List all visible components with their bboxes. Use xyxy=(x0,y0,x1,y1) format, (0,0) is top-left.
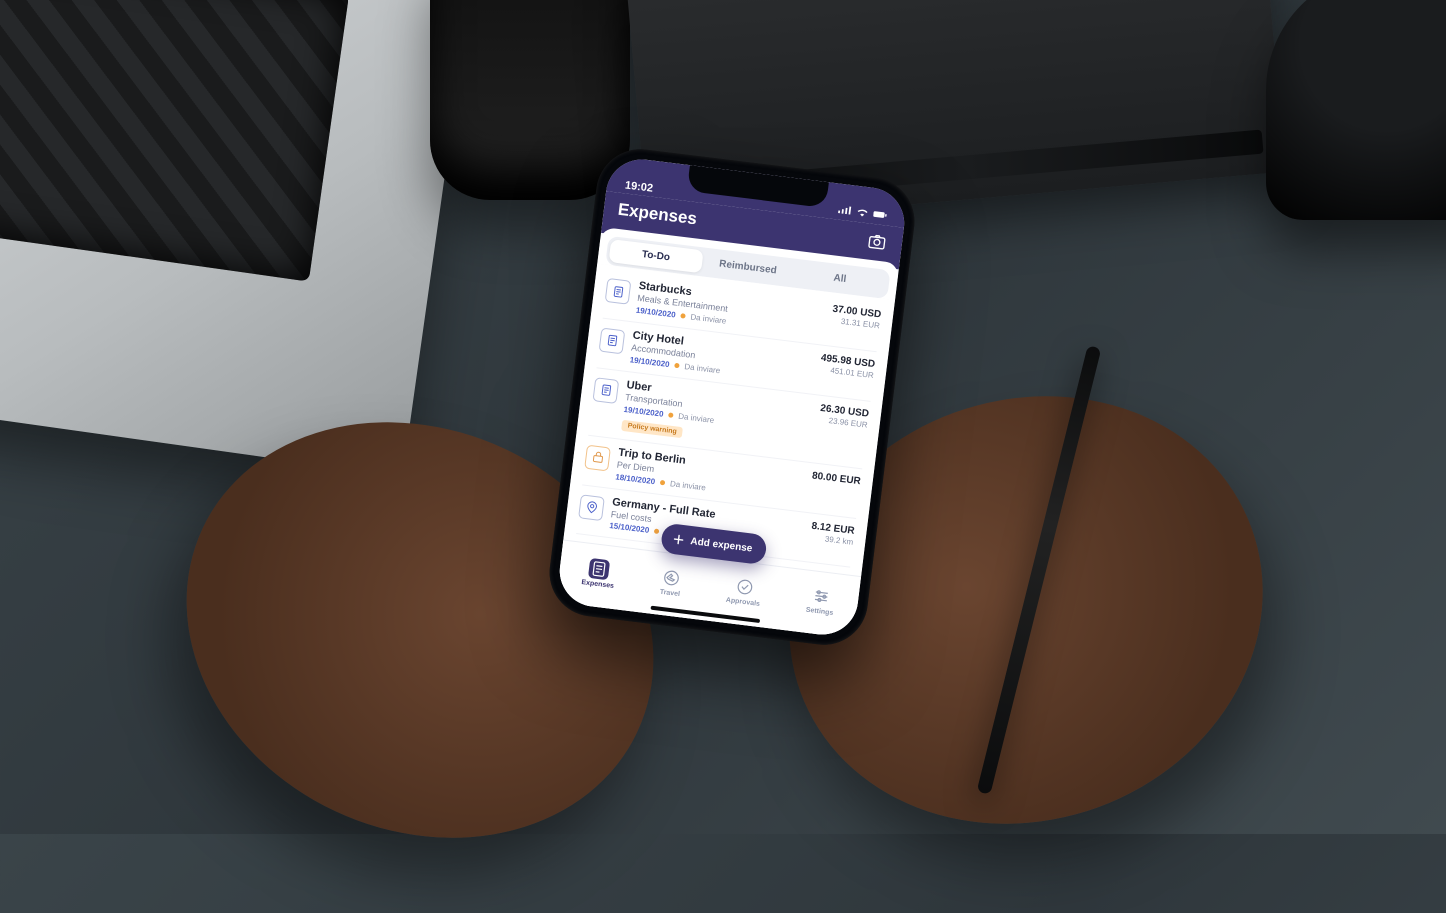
plane-icon xyxy=(661,566,683,588)
amount-primary: 80.00 EUR xyxy=(811,470,861,487)
status-dot-icon xyxy=(680,313,686,319)
nav-label: Settings xyxy=(805,606,833,616)
nav-approvals[interactable]: Approvals xyxy=(725,574,763,607)
wifi-icon xyxy=(855,207,870,222)
page-title: Expenses xyxy=(617,200,698,230)
policy-warning-badge: Policy warning xyxy=(621,419,683,437)
perdiem-icon xyxy=(584,444,611,471)
nav-label: Approvals xyxy=(725,596,760,607)
status-dot-icon xyxy=(674,363,680,369)
expense-amount: 37.00 USD31.31 EUR xyxy=(829,304,882,345)
status-dot-icon xyxy=(654,529,660,535)
check-circle-icon xyxy=(734,575,756,597)
nav-expenses[interactable]: Expenses xyxy=(581,557,617,590)
camera-icon xyxy=(866,230,888,252)
receipt-icon xyxy=(592,377,619,404)
receipt-icon xyxy=(588,557,610,579)
sliders-icon xyxy=(810,585,832,607)
receipt-icon xyxy=(599,327,626,354)
expense-amount: 26.30 USD23.96 EUR xyxy=(815,403,870,461)
expense-amount: 80.00 EUR xyxy=(809,470,862,511)
phone-device: 19:02 Expenses xyxy=(545,144,920,649)
status-dot-icon xyxy=(660,479,666,485)
expense-amount: 495.98 USD451.01 EUR xyxy=(817,352,875,393)
expense-amount: 8.12 EUR39.2 km xyxy=(808,520,855,560)
nav-settings[interactable]: Settings xyxy=(805,584,836,616)
battery-icon xyxy=(872,209,887,224)
status-time: 19:02 xyxy=(624,179,653,194)
status-dot-icon xyxy=(668,412,674,418)
camera-button[interactable] xyxy=(865,229,890,254)
laptop-prop xyxy=(0,0,472,477)
receipt-icon xyxy=(605,278,632,305)
mug-prop-2 xyxy=(1266,0,1446,220)
nav-label: Travel xyxy=(659,588,680,597)
nav-travel[interactable]: Travel xyxy=(659,566,683,597)
mileage-icon xyxy=(578,494,605,521)
plus-icon xyxy=(671,532,687,548)
phone-screen: 19:02 Expenses xyxy=(556,155,909,638)
signal-icon xyxy=(837,205,852,220)
nav-label: Expenses xyxy=(581,579,614,590)
add-expense-label: Add expense xyxy=(690,536,753,555)
